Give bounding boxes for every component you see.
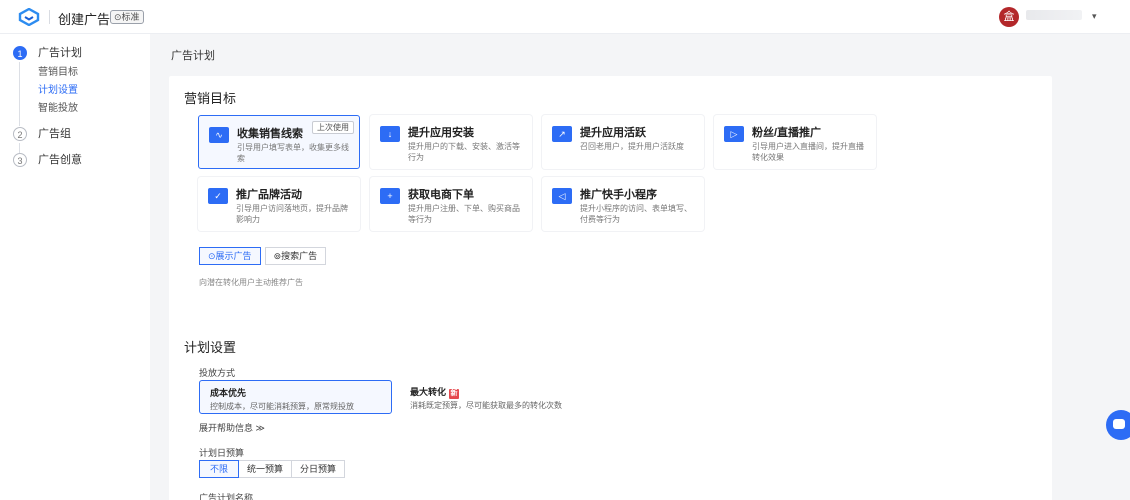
goal-app-active[interactable]: ↗ 提升应用活跃 召回老用户，提升用户活跃度 xyxy=(542,115,704,169)
header-divider xyxy=(49,10,50,24)
strategy-max-conversion[interactable]: 最大转化新 消耗既定预算，尽可能获取最多的转化次数 xyxy=(400,380,593,414)
goal-ecommerce-order[interactable]: + 获取电商下单 提升用户注册、下单、购买商品等行为 xyxy=(370,177,532,231)
goal-desc: 提升用户注册、下单、购买商品等行为 xyxy=(408,204,520,224)
budget-daily-button[interactable]: 分日预算 xyxy=(292,460,346,478)
page-title: 广告计划 xyxy=(171,50,215,62)
budget-options: 不限 统一预算 分日预算 xyxy=(199,460,346,478)
goal-desc: 引导用户访问落地页，提升品牌影响力 xyxy=(236,204,348,224)
plan-name-label: 广告计划名称 xyxy=(199,493,254,500)
step-ad-group[interactable]: 2 广告组 xyxy=(13,127,143,145)
step-connector xyxy=(19,143,20,153)
ad-type-switch: ⊙展示广告 ⊚搜索广告 xyxy=(199,247,327,265)
new-badge: 新 xyxy=(449,389,460,399)
step-ad-plan[interactable]: 1 广告计划 xyxy=(13,46,143,64)
substep-marketing-goal[interactable]: 营销目标 xyxy=(38,67,78,79)
strategy-name-text: 最大转化 xyxy=(410,387,447,397)
marketing-goal-card: 营销目标 ∿ 收集销售线索 引导用户填写表单，收集更多线索 上次使用 ↓ 提升应… xyxy=(169,76,1052,332)
budget-unlimited-button[interactable]: 不限 xyxy=(199,460,239,478)
step-ad-creative[interactable]: 3 广告创意 xyxy=(13,153,143,171)
logo-icon[interactable] xyxy=(18,8,40,26)
goal-desc: 召回老用户，提升用户活跃度 xyxy=(580,142,684,151)
daily-budget-label: 计划日预算 xyxy=(199,448,245,458)
step-sidebar: 1 广告计划 营销目标 计划设置 智能投放 2 广告组 3 广告创意 xyxy=(0,34,150,500)
expand-help-link[interactable]: 展开帮助信息 ≫ xyxy=(199,421,265,434)
goal-name: 提升应用安装 xyxy=(408,127,474,139)
goal-desc: 提升小程序的访问、表单填写、付费等行为 xyxy=(580,204,692,224)
lead-form-icon: ∿ xyxy=(209,127,229,143)
step-label: 广告计划 xyxy=(38,47,82,59)
step-number: 1 xyxy=(13,46,27,60)
strategy-name: 最大转化新 xyxy=(410,385,460,399)
delivery-method-label: 投放方式 xyxy=(199,368,236,378)
last-used-tag: 上次使用 xyxy=(312,121,354,134)
section-title-marketing: 营销目标 xyxy=(184,91,237,106)
avatar[interactable]: 盒 xyxy=(999,7,1019,27)
strategy-cost-first[interactable]: 成本优先 控制成本，尽可能消耗预算，原常规投放 xyxy=(199,380,392,414)
shopping-cart-icon: + xyxy=(380,188,400,204)
goal-mini-program[interactable]: ◁ 推广快手小程序 提升小程序的访问、表单填写、付费等行为 xyxy=(542,177,704,231)
search-ad-button[interactable]: ⊚搜索广告 xyxy=(264,247,327,265)
step-number: 3 xyxy=(13,153,27,167)
display-ad-button[interactable]: ⊙展示广告 xyxy=(199,247,261,265)
goal-app-install[interactable]: ↓ 提升应用安装 提升用户的下载、安装、激活等行为 xyxy=(370,115,532,169)
play-icon: ▷ xyxy=(724,126,744,142)
customer-service-icon[interactable] xyxy=(1106,410,1130,440)
goal-name: 提升应用活跃 xyxy=(580,127,646,139)
step-label: 广告组 xyxy=(38,128,71,140)
goal-name: 收集销售线索 xyxy=(237,128,303,140)
goal-fans-live[interactable]: ▷ 粉丝/直播推广 引导用户进入直播间，提升直播转化效果 xyxy=(714,115,876,169)
goal-name: 粉丝/直播推广 xyxy=(752,127,822,139)
strategy-desc: 控制成本，尽可能消耗预算，原常规投放 xyxy=(210,402,354,411)
goal-desc: 引导用户填写表单，收集更多线索 xyxy=(237,143,349,163)
ad-type-hint: 向潜在转化用户主动推荐广告 xyxy=(199,278,303,287)
edition-badge: ⊙标准 xyxy=(110,10,144,24)
step-connector xyxy=(19,62,20,126)
button-label: 搜索广告 xyxy=(281,251,318,261)
download-icon: ↓ xyxy=(380,126,400,142)
substep-plan-settings[interactable]: 计划设置 xyxy=(38,85,78,97)
strategy-name: 成本优先 xyxy=(210,388,247,398)
plan-settings-card: 计划设置 投放方式 成本优先 控制成本，尽可能消耗预算，原常规投放 最大转化新 … xyxy=(169,324,1052,500)
main-content: 广告计划 营销目标 ∿ 收集销售线索 引导用户填写表单，收集更多线索 上次使用 … xyxy=(150,34,1130,500)
strategy-desc: 消耗既定预算，尽可能获取最多的转化次数 xyxy=(410,401,562,410)
display-ad-icon: ⊙ xyxy=(208,251,216,261)
goal-name: 推广快手小程序 xyxy=(580,189,657,201)
trend-chart-icon: ↗ xyxy=(552,126,572,142)
chevron-down-icon[interactable]: ▾ xyxy=(1092,11,1097,22)
goal-name: 获取电商下单 xyxy=(408,189,474,201)
brand-check-icon: ✓ xyxy=(208,188,228,204)
app-title: 创建广告 xyxy=(58,12,111,27)
search-icon: ⊚ xyxy=(273,251,282,261)
mini-program-icon: ◁ xyxy=(552,188,572,204)
substep-smart-delivery[interactable]: 智能投放 xyxy=(38,103,78,115)
goal-collect-leads[interactable]: ∿ 收集销售线索 引导用户填写表单，收集更多线索 上次使用 xyxy=(198,115,360,169)
button-label: 展示广告 xyxy=(215,251,252,261)
step-number: 2 xyxy=(13,127,27,141)
goal-name: 推广品牌活动 xyxy=(236,189,302,201)
goal-desc: 引导用户进入直播间，提升直播转化效果 xyxy=(752,142,864,162)
section-title-plan: 计划设置 xyxy=(184,340,237,355)
budget-unified-button[interactable]: 统一预算 xyxy=(239,460,293,478)
user-name-redacted[interactable] xyxy=(1026,10,1082,20)
goal-desc: 提升用户的下载、安装、激活等行为 xyxy=(408,142,520,162)
step-label: 广告创意 xyxy=(38,154,82,166)
goal-brand-campaign[interactable]: ✓ 推广品牌活动 引导用户访问落地页，提升品牌影响力 xyxy=(198,177,360,231)
top-header: 创建广告 ⊙标准 盒 ▾ xyxy=(0,0,1130,34)
